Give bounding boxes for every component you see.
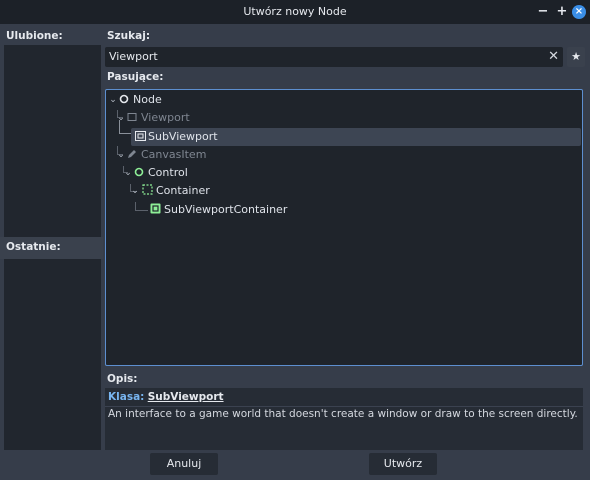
class-link[interactable]: SubViewport xyxy=(148,391,224,403)
title-bar: Utwórz nowy Node − + × xyxy=(0,0,590,24)
clear-icon[interactable]: ✕ xyxy=(548,47,559,67)
container-dashed-icon xyxy=(141,182,153,200)
minimize-button[interactable]: − xyxy=(536,5,550,19)
description-text: An interface to a game world that doesn'… xyxy=(108,408,578,420)
chevron-down-icon[interactable]: ⌄ xyxy=(116,109,126,127)
class-prefix: Klasa: xyxy=(108,391,145,403)
tree-item-label: SubViewportContainer xyxy=(164,203,288,216)
chevron-down-icon[interactable]: ⌄ xyxy=(123,164,133,182)
tree-item-subviewportcontainer[interactable]: SubViewportContainer xyxy=(106,201,582,219)
node-circle-icon xyxy=(118,91,130,109)
matches-tree[interactable]: ⌄ Node ⌄ Viewport SubViewport ⌄ CanvasIt… xyxy=(105,89,583,366)
tree-item-viewport[interactable]: ⌄ Viewport xyxy=(106,109,582,127)
close-button[interactable]: × xyxy=(572,5,586,19)
pencil-icon xyxy=(126,146,138,164)
search-input[interactable]: Viewport ✕ xyxy=(105,47,563,67)
window-title: Utwórz nowy Node xyxy=(243,5,347,18)
favorite-star-button[interactable]: ★ xyxy=(567,47,585,67)
tree-item-node[interactable]: ⌄ Node xyxy=(106,91,582,109)
search-label: Szukaj: xyxy=(107,30,151,42)
chevron-down-icon[interactable]: ⌄ xyxy=(116,146,126,164)
tree-item-label: Container xyxy=(156,184,210,197)
tree-item-label: CanvasItem xyxy=(141,148,207,161)
recent-label: Ostatnie: xyxy=(6,241,61,253)
favorites-list[interactable] xyxy=(4,45,101,237)
chevron-down-icon[interactable]: ⌄ xyxy=(130,182,140,200)
subviewport-icon xyxy=(134,128,146,146)
chevron-down-icon[interactable]: ⌄ xyxy=(108,91,118,109)
tree-item-container[interactable]: ⌄ Container xyxy=(106,182,582,200)
cancel-button[interactable]: Anuluj xyxy=(150,453,218,475)
tree-item-label: Viewport xyxy=(141,111,190,124)
subviewport-container-icon xyxy=(149,201,161,219)
tree-item-label: Control xyxy=(148,166,188,179)
divider xyxy=(105,406,583,407)
class-line: Klasa: SubViewport xyxy=(108,391,224,403)
description-panel: Klasa: SubViewport An interface to a gam… xyxy=(105,388,583,450)
tree-item-label: SubViewport xyxy=(148,130,218,143)
matches-label: Pasujące: xyxy=(107,71,164,83)
tree-item-canvasitem[interactable]: ⌄ CanvasItem xyxy=(106,146,582,164)
favorites-label: Ulubione: xyxy=(6,30,63,42)
tree-item-label: Node xyxy=(133,93,162,106)
maximize-button[interactable]: + xyxy=(555,5,569,19)
create-button[interactable]: Utwórz xyxy=(369,453,437,475)
control-circle-icon xyxy=(133,164,145,182)
tree-item-control[interactable]: ⌄ Control xyxy=(106,164,582,182)
description-label: Opis: xyxy=(107,373,138,385)
viewport-rect-icon xyxy=(126,109,138,127)
tree-item-subviewport[interactable]: SubViewport xyxy=(106,128,582,146)
recent-list[interactable] xyxy=(4,259,101,450)
search-value: Viewport xyxy=(109,50,158,63)
